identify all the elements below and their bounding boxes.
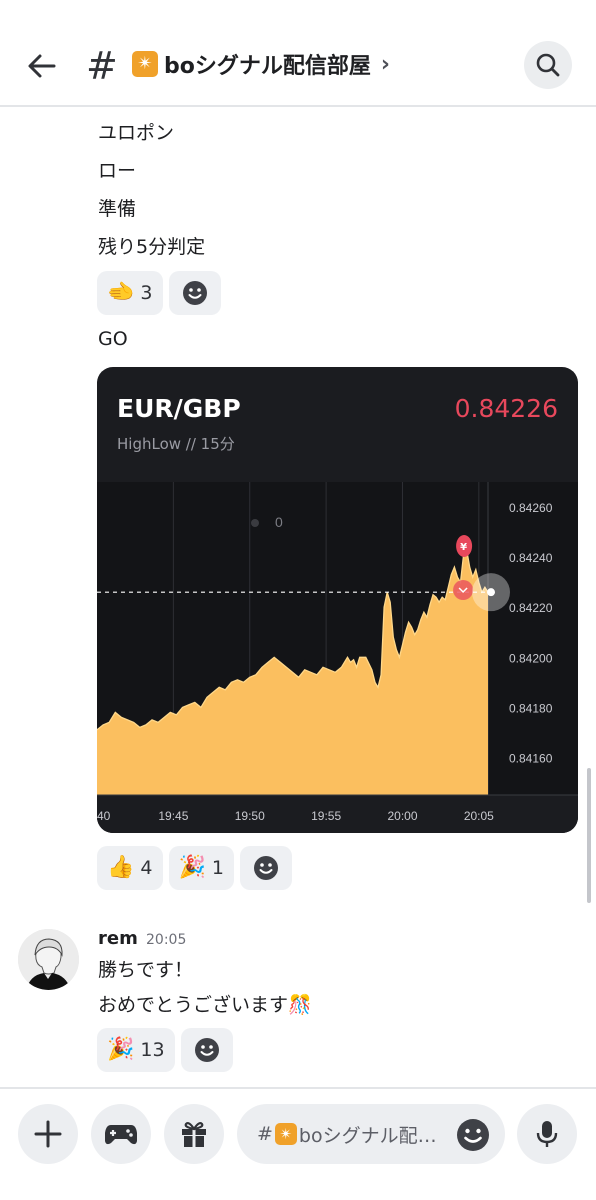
back-button[interactable] (22, 46, 62, 86)
reaction-row: 👍 4 🎉 1 (97, 846, 292, 890)
add-reaction-button[interactable] (168, 271, 221, 315)
message-line: 残り5分判定 (98, 236, 206, 258)
message-line: 準備 (98, 198, 137, 220)
party-popper-icon: 🎉 (178, 855, 206, 880)
x-tick-label: 19:55 (311, 809, 341, 823)
reaction-count: 1 (211, 857, 224, 879)
username[interactable]: rem (98, 928, 138, 949)
emoji-icon[interactable] (455, 1117, 491, 1153)
zero-marker-label: 0 (275, 514, 283, 530)
message-line: おめでとうございます🎊 (98, 990, 312, 1017)
plus-icon (34, 1120, 62, 1148)
search-icon (536, 53, 560, 77)
scrollbar[interactable] (587, 768, 591, 903)
arrow-left-icon (28, 54, 56, 78)
reaction-row: 🫲 3 (97, 271, 221, 315)
emoji-icon (254, 856, 278, 880)
current-point (487, 588, 495, 597)
search-button[interactable] (524, 41, 572, 89)
reaction-row: 🎉 13 (97, 1028, 233, 1072)
add-attachment-button[interactable] (18, 1104, 78, 1164)
x-tick-label: 19:45 (158, 809, 188, 823)
marker-dot (251, 519, 259, 527)
reaction-party[interactable]: 🎉 1 (168, 846, 234, 890)
timestamp: 20:05 (146, 932, 187, 948)
add-reaction-button[interactable] (240, 846, 292, 890)
reaction-pinch[interactable]: 🫲 3 (97, 271, 163, 315)
y-tick-label: 0.84160 (509, 751, 553, 765)
message-line: 勝ちです！ (98, 959, 194, 981)
price-chart: 0.84260 0.84240 0.84220 0.84200 0.84180 0.841… (97, 482, 578, 833)
pinching-hand-icon: 🫲 (107, 280, 135, 305)
reaction-party[interactable]: 🎉 13 (97, 1028, 175, 1072)
y-tick-label: 0.84240 (509, 551, 553, 565)
emoji-icon (194, 1038, 219, 1062)
channel-emoji-icon: ✴ (132, 51, 158, 77)
composer-placeholder: boシグナル配… (298, 1124, 437, 1147)
trade-type-label: HighLow // 15分 (117, 435, 235, 453)
channel-emoji-icon: ✴ (274, 1123, 297, 1145)
message-composer-bar: # ✴ boシグナル配… (0, 1087, 596, 1200)
message-line: ユロポン (98, 122, 175, 144)
chart-image-attachment[interactable]: EUR/GBP 0.84226 HighLow // 15分 0.84260 0.… (97, 367, 578, 833)
message-line: ロー (98, 160, 137, 182)
x-tick-label: 40 (97, 809, 111, 823)
y-tick-label: 0.84180 (509, 701, 553, 715)
composer-hash: # (257, 1123, 273, 1145)
avatar[interactable] (18, 929, 79, 990)
channel-name: boシグナル配信部屋 (164, 54, 371, 79)
confetti-ball-icon: 🎊 (288, 994, 312, 1016)
user-avatar-icon (18, 929, 79, 990)
microphone-icon (536, 1121, 558, 1147)
reaction-thumbs-up[interactable]: 👍 4 (97, 846, 163, 890)
currency-pair: EUR/GBP (117, 394, 241, 423)
y-tick-label: 0.84220 (509, 601, 553, 615)
channel-header: # ✴ boシグナル配信部屋 › (0, 0, 596, 107)
current-price: 0.84226 (454, 394, 558, 423)
x-tick-label: 20:05 (464, 809, 494, 823)
voice-message-button[interactable] (517, 1104, 577, 1164)
message-text: おめでとうございます (98, 994, 289, 1016)
down-arrow-marker-icon (453, 580, 474, 600)
y-tick-label: 0.84200 (509, 651, 553, 665)
channel-hash-icon: # (86, 44, 118, 88)
add-reaction-button[interactable] (180, 1028, 233, 1072)
chevron-right-icon: › (380, 51, 390, 77)
activities-button[interactable] (91, 1104, 151, 1164)
gift-button[interactable] (164, 1104, 224, 1164)
y-tick-label: 0.84260 (509, 501, 553, 515)
entry-marker-label: ¥ (460, 542, 467, 553)
message-line: GO (98, 328, 128, 350)
gamepad-icon (105, 1125, 137, 1145)
reaction-count: 4 (140, 857, 153, 879)
reaction-count: 3 (140, 282, 153, 304)
x-tick-label: 20:00 (387, 809, 417, 823)
channel-title[interactable]: ✴ boシグナル配信部屋 › (132, 48, 390, 80)
emoji-icon (182, 281, 207, 305)
x-tick-label: 19:50 (235, 809, 265, 823)
reaction-count: 13 (140, 1039, 165, 1061)
gift-icon (182, 1122, 206, 1147)
party-popper-icon: 🎉 (107, 1037, 135, 1062)
thumbs-up-icon: 👍 (107, 855, 135, 880)
